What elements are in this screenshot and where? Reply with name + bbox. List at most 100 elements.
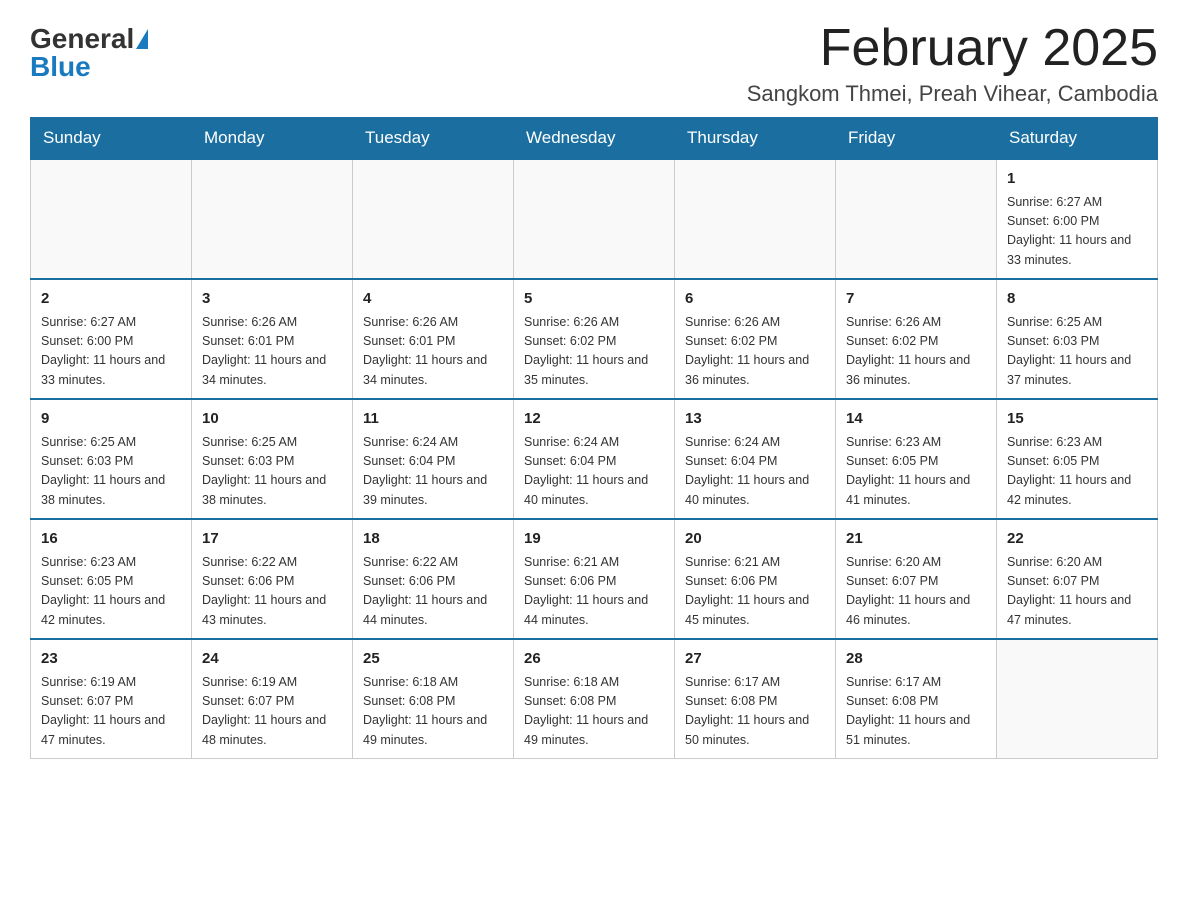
calendar-cell	[514, 159, 675, 279]
day-info: Sunrise: 6:23 AM Sunset: 6:05 PM Dayligh…	[846, 433, 986, 511]
day-number: 13	[685, 408, 825, 431]
day-number: 1	[1007, 168, 1147, 191]
calendar-cell: 16Sunrise: 6:23 AM Sunset: 6:05 PM Dayli…	[31, 519, 192, 639]
weekday-header-monday: Monday	[192, 118, 353, 160]
day-info: Sunrise: 6:18 AM Sunset: 6:08 PM Dayligh…	[363, 673, 503, 751]
day-info: Sunrise: 6:21 AM Sunset: 6:06 PM Dayligh…	[524, 553, 664, 631]
day-info: Sunrise: 6:22 AM Sunset: 6:06 PM Dayligh…	[363, 553, 503, 631]
calendar-cell	[192, 159, 353, 279]
calendar-cell: 26Sunrise: 6:18 AM Sunset: 6:08 PM Dayli…	[514, 639, 675, 759]
day-number: 2	[41, 288, 181, 311]
day-number: 21	[846, 528, 986, 551]
day-number: 4	[363, 288, 503, 311]
day-number: 28	[846, 648, 986, 671]
day-number: 7	[846, 288, 986, 311]
day-info: Sunrise: 6:24 AM Sunset: 6:04 PM Dayligh…	[524, 433, 664, 511]
day-number: 5	[524, 288, 664, 311]
logo-general-text: General	[30, 25, 134, 53]
calendar-cell	[836, 159, 997, 279]
calendar-week-row: 1Sunrise: 6:27 AM Sunset: 6:00 PM Daylig…	[31, 159, 1158, 279]
day-info: Sunrise: 6:17 AM Sunset: 6:08 PM Dayligh…	[685, 673, 825, 751]
calendar-cell: 28Sunrise: 6:17 AM Sunset: 6:08 PM Dayli…	[836, 639, 997, 759]
weekday-header-row: SundayMondayTuesdayWednesdayThursdayFrid…	[31, 118, 1158, 160]
weekday-header-friday: Friday	[836, 118, 997, 160]
day-info: Sunrise: 6:26 AM Sunset: 6:01 PM Dayligh…	[202, 313, 342, 391]
calendar-cell: 23Sunrise: 6:19 AM Sunset: 6:07 PM Dayli…	[31, 639, 192, 759]
calendar-cell: 6Sunrise: 6:26 AM Sunset: 6:02 PM Daylig…	[675, 279, 836, 399]
day-number: 19	[524, 528, 664, 551]
day-info: Sunrise: 6:22 AM Sunset: 6:06 PM Dayligh…	[202, 553, 342, 631]
page-header: General Blue February 2025 Sangkom Thmei…	[30, 20, 1158, 107]
day-info: Sunrise: 6:24 AM Sunset: 6:04 PM Dayligh…	[363, 433, 503, 511]
day-info: Sunrise: 6:19 AM Sunset: 6:07 PM Dayligh…	[41, 673, 181, 751]
day-info: Sunrise: 6:27 AM Sunset: 6:00 PM Dayligh…	[41, 313, 181, 391]
day-number: 12	[524, 408, 664, 431]
weekday-header-wednesday: Wednesday	[514, 118, 675, 160]
day-number: 24	[202, 648, 342, 671]
calendar-week-row: 2Sunrise: 6:27 AM Sunset: 6:00 PM Daylig…	[31, 279, 1158, 399]
calendar-cell: 25Sunrise: 6:18 AM Sunset: 6:08 PM Dayli…	[353, 639, 514, 759]
calendar-cell: 10Sunrise: 6:25 AM Sunset: 6:03 PM Dayli…	[192, 399, 353, 519]
day-number: 26	[524, 648, 664, 671]
calendar-cell: 15Sunrise: 6:23 AM Sunset: 6:05 PM Dayli…	[997, 399, 1158, 519]
calendar-cell: 24Sunrise: 6:19 AM Sunset: 6:07 PM Dayli…	[192, 639, 353, 759]
calendar-cell: 18Sunrise: 6:22 AM Sunset: 6:06 PM Dayli…	[353, 519, 514, 639]
day-number: 27	[685, 648, 825, 671]
day-number: 6	[685, 288, 825, 311]
day-number: 11	[363, 408, 503, 431]
day-number: 16	[41, 528, 181, 551]
day-info: Sunrise: 6:24 AM Sunset: 6:04 PM Dayligh…	[685, 433, 825, 511]
calendar-week-row: 9Sunrise: 6:25 AM Sunset: 6:03 PM Daylig…	[31, 399, 1158, 519]
day-info: Sunrise: 6:20 AM Sunset: 6:07 PM Dayligh…	[846, 553, 986, 631]
location-title: Sangkom Thmei, Preah Vihear, Cambodia	[747, 81, 1158, 107]
calendar-cell: 13Sunrise: 6:24 AM Sunset: 6:04 PM Dayli…	[675, 399, 836, 519]
day-number: 25	[363, 648, 503, 671]
calendar-cell: 27Sunrise: 6:17 AM Sunset: 6:08 PM Dayli…	[675, 639, 836, 759]
calendar-table: SundayMondayTuesdayWednesdayThursdayFrid…	[30, 117, 1158, 759]
calendar-cell: 17Sunrise: 6:22 AM Sunset: 6:06 PM Dayli…	[192, 519, 353, 639]
day-info: Sunrise: 6:23 AM Sunset: 6:05 PM Dayligh…	[1007, 433, 1147, 511]
logo-blue-text: Blue	[30, 53, 91, 81]
calendar-cell	[997, 639, 1158, 759]
logo-triangle-icon	[136, 29, 148, 49]
calendar-cell: 19Sunrise: 6:21 AM Sunset: 6:06 PM Dayli…	[514, 519, 675, 639]
day-number: 20	[685, 528, 825, 551]
calendar-cell: 4Sunrise: 6:26 AM Sunset: 6:01 PM Daylig…	[353, 279, 514, 399]
calendar-cell	[31, 159, 192, 279]
day-info: Sunrise: 6:26 AM Sunset: 6:02 PM Dayligh…	[846, 313, 986, 391]
calendar-cell: 22Sunrise: 6:20 AM Sunset: 6:07 PM Dayli…	[997, 519, 1158, 639]
calendar-cell: 2Sunrise: 6:27 AM Sunset: 6:00 PM Daylig…	[31, 279, 192, 399]
calendar-cell	[675, 159, 836, 279]
weekday-header-saturday: Saturday	[997, 118, 1158, 160]
day-number: 18	[363, 528, 503, 551]
month-title: February 2025	[747, 20, 1158, 77]
day-number: 22	[1007, 528, 1147, 551]
day-number: 17	[202, 528, 342, 551]
calendar-cell	[353, 159, 514, 279]
logo: General Blue	[30, 25, 148, 81]
day-info: Sunrise: 6:25 AM Sunset: 6:03 PM Dayligh…	[41, 433, 181, 511]
calendar-cell: 14Sunrise: 6:23 AM Sunset: 6:05 PM Dayli…	[836, 399, 997, 519]
calendar-cell: 20Sunrise: 6:21 AM Sunset: 6:06 PM Dayli…	[675, 519, 836, 639]
calendar-cell: 21Sunrise: 6:20 AM Sunset: 6:07 PM Dayli…	[836, 519, 997, 639]
day-info: Sunrise: 6:26 AM Sunset: 6:02 PM Dayligh…	[524, 313, 664, 391]
day-number: 10	[202, 408, 342, 431]
day-info: Sunrise: 6:23 AM Sunset: 6:05 PM Dayligh…	[41, 553, 181, 631]
day-info: Sunrise: 6:25 AM Sunset: 6:03 PM Dayligh…	[1007, 313, 1147, 391]
day-info: Sunrise: 6:17 AM Sunset: 6:08 PM Dayligh…	[846, 673, 986, 751]
calendar-cell: 5Sunrise: 6:26 AM Sunset: 6:02 PM Daylig…	[514, 279, 675, 399]
calendar-week-row: 16Sunrise: 6:23 AM Sunset: 6:05 PM Dayli…	[31, 519, 1158, 639]
title-area: February 2025 Sangkom Thmei, Preah Vihea…	[747, 20, 1158, 107]
day-info: Sunrise: 6:21 AM Sunset: 6:06 PM Dayligh…	[685, 553, 825, 631]
weekday-header-sunday: Sunday	[31, 118, 192, 160]
calendar-cell: 3Sunrise: 6:26 AM Sunset: 6:01 PM Daylig…	[192, 279, 353, 399]
day-info: Sunrise: 6:26 AM Sunset: 6:01 PM Dayligh…	[363, 313, 503, 391]
calendar-week-row: 23Sunrise: 6:19 AM Sunset: 6:07 PM Dayli…	[31, 639, 1158, 759]
calendar-cell: 1Sunrise: 6:27 AM Sunset: 6:00 PM Daylig…	[997, 159, 1158, 279]
day-info: Sunrise: 6:27 AM Sunset: 6:00 PM Dayligh…	[1007, 193, 1147, 271]
calendar-cell: 7Sunrise: 6:26 AM Sunset: 6:02 PM Daylig…	[836, 279, 997, 399]
calendar-cell: 11Sunrise: 6:24 AM Sunset: 6:04 PM Dayli…	[353, 399, 514, 519]
calendar-cell: 9Sunrise: 6:25 AM Sunset: 6:03 PM Daylig…	[31, 399, 192, 519]
day-info: Sunrise: 6:20 AM Sunset: 6:07 PM Dayligh…	[1007, 553, 1147, 631]
day-number: 14	[846, 408, 986, 431]
